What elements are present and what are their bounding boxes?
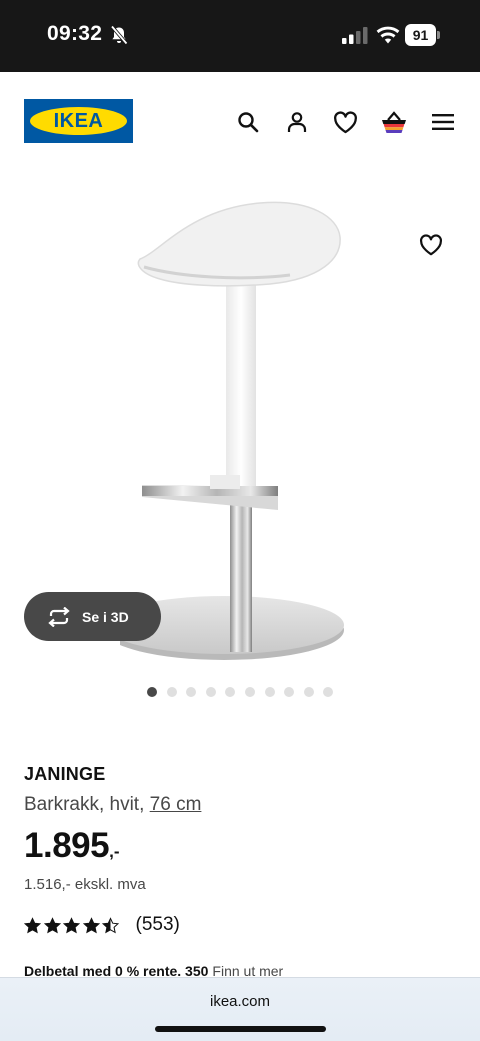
carousel-dot[interactable]: [147, 687, 157, 697]
shopping-bag-icon: [382, 111, 406, 133]
home-indicator[interactable]: [155, 1026, 326, 1032]
shopping-bag-button[interactable]: [379, 107, 409, 137]
profile-icon: [287, 112, 307, 132]
ikea-logo[interactable]: IKEA: [24, 99, 133, 143]
url-text[interactable]: ikea.com: [0, 993, 480, 1010]
price-excluding-vat: 1.516,- ekskl. mva: [24, 876, 146, 893]
image-carousel-dots: [147, 687, 343, 697]
review-count: (553): [135, 914, 180, 935]
carousel-dot[interactable]: [323, 687, 334, 697]
product-image: [120, 201, 344, 660]
search-button[interactable]: [233, 107, 263, 137]
status-bar: 09:32 91: [0, 0, 480, 72]
rotate-3d-icon: [48, 606, 70, 627]
carousel-dot[interactable]: [166, 687, 177, 697]
carousel-dot[interactable]: [264, 687, 275, 697]
hamburger-menu-icon: [432, 114, 454, 130]
carousel-dot[interactable]: [186, 687, 197, 697]
bell-slash-icon: [110, 25, 128, 45]
carousel-dot[interactable]: [244, 687, 255, 697]
heart-icon: [333, 110, 357, 133]
view-in-3d-label: Se i 3D: [82, 608, 129, 625]
status-time: 09:32: [47, 22, 103, 45]
search-icon: [238, 112, 259, 133]
carousel-dot[interactable]: [205, 687, 216, 697]
cellular-signal-icon: [342, 27, 368, 44]
product-size-link[interactable]: 76 cm: [150, 794, 202, 815]
battery-icon: 91: [405, 24, 440, 46]
product-name: JANINGE: [24, 764, 106, 784]
star-full-icon: [63, 916, 80, 933]
star-full-icon: [43, 916, 61, 933]
carousel-dot[interactable]: [303, 687, 314, 697]
product-price: 1.895,-: [24, 826, 119, 866]
rating-stars: [24, 916, 122, 934]
star-full-icon: [82, 916, 100, 933]
price-suffix: ,-: [109, 842, 120, 861]
menu-button[interactable]: [428, 107, 458, 137]
add-to-wishlist-button[interactable]: [416, 230, 446, 260]
browser-address-bar[interactable]: ikea.com: [0, 977, 480, 1041]
favourites-button[interactable]: [330, 107, 360, 137]
wifi-icon: [376, 26, 400, 44]
heart-outline-icon: [420, 234, 442, 256]
logo-text: IKEA: [53, 110, 104, 132]
profile-button[interactable]: [282, 107, 312, 137]
star-half-icon: [102, 916, 119, 933]
product-rating[interactable]: (553): [24, 914, 180, 936]
site-header: IKEA: [0, 72, 480, 172]
carousel-dot[interactable]: [225, 687, 236, 697]
product-description-text: Barkrakk, hvit,: [24, 794, 150, 815]
product-gallery[interactable]: Se i 3D: [0, 172, 480, 712]
price-integer: 1.895: [24, 826, 110, 865]
view-in-3d-button[interactable]: Se i 3D: [24, 592, 161, 641]
battery-level: 91: [405, 24, 436, 46]
battery-cap: [437, 31, 440, 39]
carousel-dot[interactable]: [284, 687, 295, 697]
star-full-icon: [24, 916, 41, 933]
product-description: Barkrakk, hvit, 76 cm: [24, 794, 201, 816]
